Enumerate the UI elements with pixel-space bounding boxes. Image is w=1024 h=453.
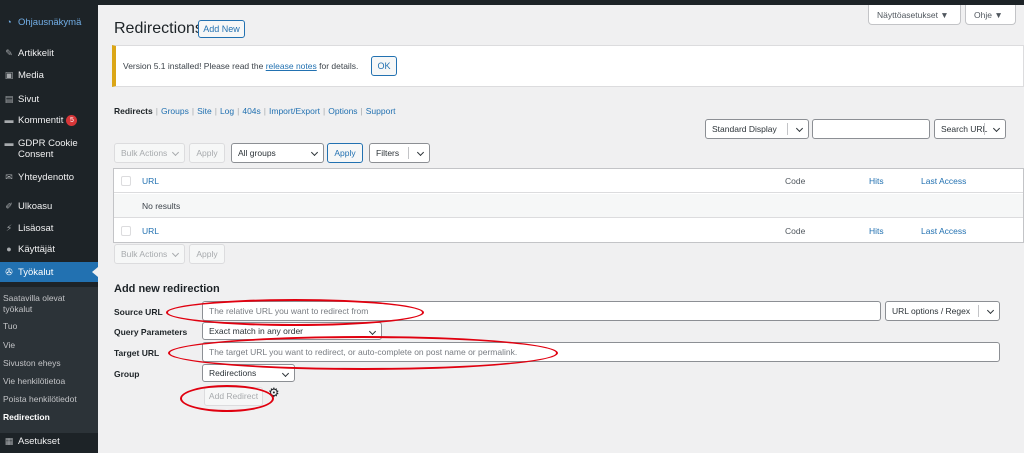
bulk-actions-select-bottom[interactable]: Bulk Actions — [114, 244, 185, 264]
submenu-item-import[interactable]: Tuo — [3, 321, 95, 332]
comment-icon: ▬ — [4, 115, 14, 125]
sidebar-item-users[interactable]: ● Käyttäjät — [0, 244, 98, 255]
subnav-import-export[interactable]: Import/Export — [269, 106, 320, 116]
search-url-button[interactable]: Search URL — [934, 119, 1006, 139]
select-all-checkbox-footer[interactable] — [121, 226, 131, 236]
add-redirect-button[interactable]: Add Redirect — [204, 387, 263, 406]
group-label: Group — [114, 369, 140, 379]
sidebar-item-dashboard[interactable]: ◔ Ohjausnäkymä — [0, 17, 98, 28]
dashboard-icon: ◔ — [6, 17, 12, 27]
column-hits[interactable]: Hits — [869, 169, 884, 193]
submenu-item-site-health[interactable]: Sivuston eheys — [3, 358, 95, 369]
admin-sidebar: ◔ Ohjausnäkymä ✎ Artikkelit ▣ Media ▤ Si… — [0, 5, 98, 453]
gear-icon[interactable]: ⚙ — [268, 386, 280, 400]
page-title: Redirections — [114, 20, 203, 37]
column-last-access-footer[interactable]: Last Access — [921, 219, 966, 243]
sidebar-item-comments[interactable]: ▬ Kommentit 5 — [0, 115, 98, 126]
help-tab[interactable]: Ohje ▼ — [965, 5, 1016, 25]
submenu-item-erase-personal-data[interactable]: Poista henkilötiedot — [3, 394, 95, 405]
group-select[interactable]: Redirections — [202, 364, 295, 382]
source-url-label: Source URL — [114, 307, 163, 317]
subnav-site[interactable]: Site — [197, 106, 212, 116]
page-icon: ▤ — [4, 94, 14, 104]
column-url[interactable]: URL — [142, 169, 159, 193]
target-url-input[interactable]: The target URL you want to redirect, or … — [202, 342, 1000, 362]
bulk-apply-button-top[interactable]: Apply — [189, 143, 225, 163]
add-new-button[interactable]: Add New — [198, 20, 245, 38]
table-header-row: URL Code Hits Last Access — [114, 169, 1023, 193]
pin-icon: ✎ — [5, 48, 13, 58]
column-url-footer[interactable]: URL — [142, 219, 159, 243]
sidebar-item-tools[interactable]: ✇ Työkalut — [0, 262, 98, 282]
submenu-item-redirection[interactable]: Redirection — [3, 412, 95, 423]
brush-icon: ✐ — [5, 201, 13, 211]
comment-count-badge: 5 — [66, 115, 78, 126]
bulk-actions-select-top[interactable]: Bulk Actions — [114, 143, 185, 163]
query-parameters-select[interactable]: Exact match in any order — [202, 322, 382, 340]
screen-options-tab[interactable]: Näyttöasetukset ▼ — [868, 5, 961, 25]
sidebar-item-pages[interactable]: ▤ Sivut — [0, 94, 98, 105]
notice-ok-button[interactable]: OK — [371, 56, 397, 76]
url-options-select[interactable]: URL options / Regex — [885, 301, 1000, 321]
table-row: No results — [114, 194, 1023, 218]
subnav-options[interactable]: Options — [328, 106, 357, 116]
column-hits-footer[interactable]: Hits — [869, 219, 884, 243]
submenu-item-export[interactable]: Vie — [3, 340, 95, 351]
submenu-item-export-personal-data[interactable]: Vie henkilötietoa — [3, 376, 95, 387]
sidebar-item-media[interactable]: ▣ Media — [0, 70, 98, 81]
group-apply-button[interactable]: Apply — [327, 143, 363, 163]
column-code-footer: Code — [785, 226, 806, 236]
group-filter-select[interactable]: All groups — [231, 143, 324, 163]
subnav-support[interactable]: Support — [366, 106, 396, 116]
subnav-redirects[interactable]: Redirects — [114, 106, 153, 116]
update-notice: Version 5.1 installed! Please read the r… — [112, 45, 1024, 87]
wrench-icon: ✇ — [5, 266, 13, 277]
subnav-404s[interactable]: 404s — [242, 106, 260, 116]
notice-message: Version 5.1 installed! Please read the r… — [123, 61, 359, 71]
column-code: Code — [785, 176, 806, 186]
target-url-label: Target URL — [114, 348, 160, 358]
add-redirection-heading: Add new redirection — [114, 283, 220, 295]
user-icon: ● — [6, 244, 12, 254]
plugin-icon: ⚡ — [5, 223, 13, 233]
sidebar-item-gdpr[interactable]: ▬ GDPR Cookie Consent — [0, 138, 98, 160]
subnav-groups[interactable]: Groups — [161, 106, 189, 116]
subnav: Redirects | Groups | Site | Log | 404s | Import/Ex… — [114, 106, 396, 116]
query-parameters-label: Query Parameters — [114, 327, 188, 337]
subnav-log[interactable]: Log — [220, 106, 234, 116]
search-input[interactable] — [812, 119, 930, 139]
select-all-checkbox[interactable] — [121, 176, 131, 186]
table-footer-row: URL Code Hits Last Access — [114, 219, 1023, 243]
column-last-access[interactable]: Last Access — [921, 169, 966, 193]
display-select[interactable]: Standard Display — [705, 119, 809, 139]
mail-icon: ✉ — [5, 172, 13, 182]
settings-icon: ▦ — [4, 436, 14, 446]
media-icon: ▣ — [4, 70, 14, 80]
no-results-text: No results — [142, 201, 181, 211]
filters-select[interactable]: Filters — [369, 143, 430, 163]
redirects-table: URL Code Hits Last Access No results URL… — [113, 168, 1024, 243]
submenu-item-available-tools[interactable]: Saatavilla olevat työkalut — [3, 293, 95, 315]
sidebar-item-appearance[interactable]: ✐ Ulkoasu — [0, 201, 98, 212]
source-url-input[interactable]: The relative URL you want to redirect fr… — [202, 301, 881, 321]
sidebar-item-posts[interactable]: ✎ Artikkelit — [0, 48, 98, 59]
sidebar-item-settings[interactable]: ▦ Asetukset — [0, 436, 98, 447]
cookie-icon: ▬ — [4, 138, 14, 148]
bulk-apply-button-bottom[interactable]: Apply — [189, 244, 225, 264]
sidebar-item-plugins[interactable]: ⚡ Lisäosat — [0, 223, 98, 234]
release-notes-link[interactable]: release notes — [266, 61, 317, 71]
main-content: Redirections Add New Näyttöasetukset ▼ O… — [98, 5, 1024, 453]
sidebar-item-contact[interactable]: ✉ Yhteydenotto — [0, 172, 98, 183]
